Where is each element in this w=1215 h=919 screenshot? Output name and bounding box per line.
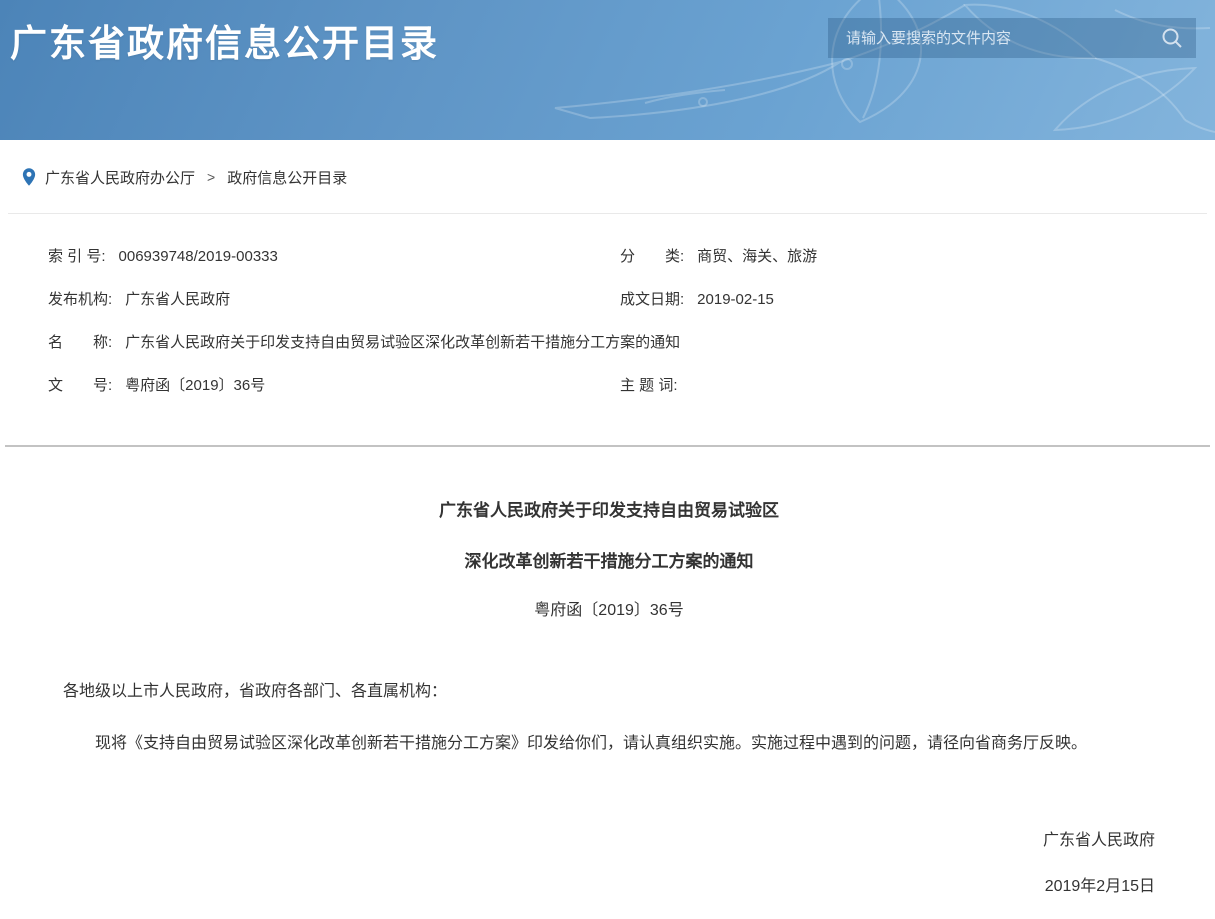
meta-value-name: 广东省人民政府关于印发支持自由贸易试验区深化改革创新若干措施分工方案的通知: [125, 334, 680, 351]
document-title-line2: 深化改革创新若干措施分工方案的通知: [63, 551, 1155, 573]
meta-label-index: 索 引 号:: [48, 248, 106, 265]
location-pin-icon: [22, 167, 36, 187]
meta-row-index: 索 引 号: 006939748/2019-00333: [48, 247, 620, 267]
meta-value-docnum: 粤府函〔2019〕36号: [125, 377, 265, 394]
document-salutation: 各地级以上市人民政府，省政府各部门、各直属机构：: [63, 681, 1155, 702]
signature-block: 广东省人民政府 2019年2月15日: [63, 830, 1155, 897]
meta-row-date: 成文日期: 2019-02-15: [620, 290, 1215, 310]
search-icon[interactable]: [1160, 26, 1184, 50]
meta-value-date: 2019-02-15: [697, 291, 774, 308]
breadcrumb: 广东省人民政府办公厅 > 政府信息公开目录: [22, 166, 1215, 188]
document-paragraph: 现将《支持自由贸易试验区深化改革创新若干措施分工方案》印发给你们，请认真组织实施…: [63, 733, 1155, 754]
divider-breadcrumb: [8, 213, 1207, 214]
meta-row-keywords: 主 题 词:: [620, 376, 1215, 396]
meta-row-name: 名 称: 广东省人民政府关于印发支持自由贸易试验区深化改革创新若干措施分工方案的通…: [48, 333, 1215, 353]
meta-label-date: 成文日期:: [620, 291, 684, 308]
meta-label-name: 名 称:: [48, 334, 112, 351]
search-input[interactable]: [828, 18, 1160, 58]
signature-org: 广东省人民政府: [63, 830, 1155, 851]
breadcrumb-separator: >: [207, 169, 215, 185]
document-body: 广东省人民政府关于印发支持自由贸易试验区 深化改革创新若干措施分工方案的通知 粤…: [0, 447, 1215, 897]
meta-row-docnum: 文 号: 粤府函〔2019〕36号: [48, 376, 620, 396]
meta-label-docnum: 文 号:: [48, 377, 112, 394]
signature-date: 2019年2月15日: [63, 876, 1155, 897]
meta-value-category: 商贸、海关、旅游: [697, 248, 817, 265]
meta-label-issuer: 发布机构:: [48, 291, 112, 308]
meta-label-category: 分 类:: [620, 248, 684, 265]
meta-value-index: 006939748/2019-00333: [119, 248, 278, 265]
breadcrumb-current-link[interactable]: 政府信息公开目录: [227, 167, 347, 188]
meta-value-issuer: 广东省人民政府: [125, 291, 230, 308]
metadata-table: 索 引 号:006939748/2019-00333 分 类:商贸、海关、旅游 …: [48, 247, 1215, 396]
document-number: 粤府函〔2019〕36号: [63, 601, 1155, 621]
meta-row-category: 分 类: 商贸、海关、旅游: [620, 247, 1215, 267]
breadcrumb-root-link[interactable]: 广东省人民政府办公厅: [45, 167, 195, 188]
page-title: 广东省政府信息公开目录: [10, 13, 439, 67]
header-banner: 广东省政府信息公开目录: [0, 0, 1215, 140]
search-box: [828, 18, 1196, 58]
meta-row-issuer: 发布机构: 广东省人民政府: [48, 290, 620, 310]
meta-label-keywords: 主 题 词:: [620, 377, 678, 394]
document-title-line1: 广东省人民政府关于印发支持自由贸易试验区: [63, 500, 1155, 522]
